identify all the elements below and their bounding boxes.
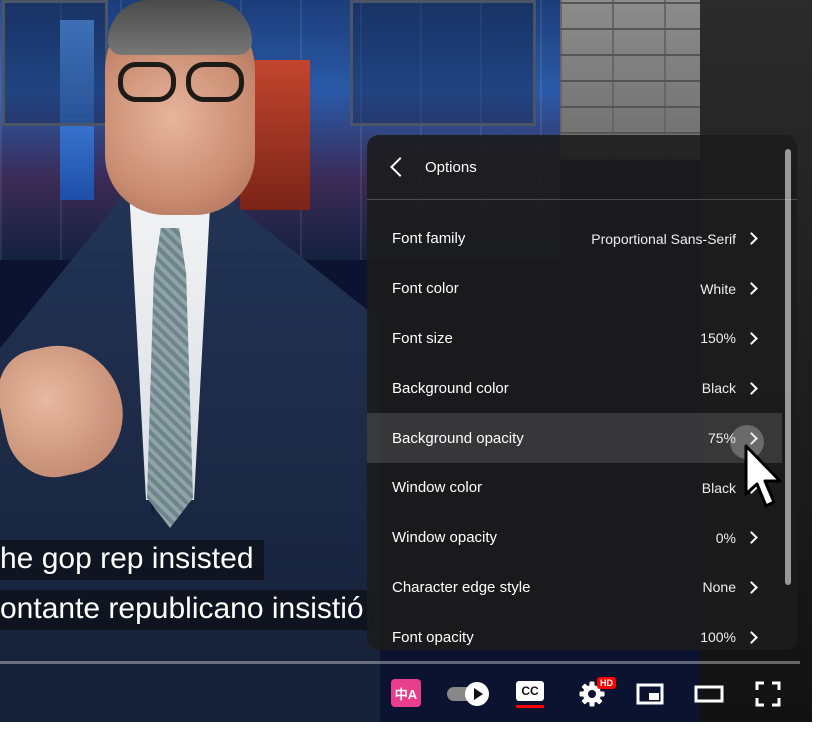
option-character-edge-style[interactable]: Character edge style None <box>367 563 782 613</box>
option-font-family[interactable]: Font family Proportional Sans-Serif <box>367 214 782 264</box>
caption-options-panel: Options Font family Proportional Sans-Se… <box>367 135 797 650</box>
miniplayer-icon[interactable] <box>634 679 666 709</box>
autoplay-toggle-icon[interactable] <box>444 679 490 709</box>
chevron-right-icon <box>745 381 758 395</box>
option-value: Black <box>701 380 736 397</box>
backdrop-window <box>2 0 108 126</box>
option-label: Font size <box>392 329 453 347</box>
option-background-opacity[interactable]: Background opacity 75% <box>367 413 782 463</box>
options-list: Font family Proportional Sans-Serif Font… <box>367 214 782 650</box>
translate-icon[interactable]: 中A <box>391 679 421 707</box>
option-font-opacity[interactable]: Font opacity 100% <box>367 612 782 650</box>
eyeglasses <box>112 62 248 106</box>
chevron-right-icon <box>745 581 758 594</box>
option-font-size[interactable]: Font size 150% <box>367 314 782 364</box>
panel-scrollbar[interactable] <box>785 149 791 585</box>
option-value: White <box>700 280 736 297</box>
mouse-cursor-icon <box>744 444 782 508</box>
backdrop-window <box>350 0 536 126</box>
video-player[interactable]: he gop rep insisted ontante republicano … <box>0 0 812 722</box>
option-window-opacity[interactable]: Window opacity 0% <box>367 513 782 563</box>
panel-title: Options <box>425 158 477 176</box>
hd-badge: HD <box>597 677 616 689</box>
host-hair <box>108 0 252 55</box>
chevron-right-icon <box>745 282 758 296</box>
option-label: Background color <box>392 379 509 397</box>
caption-line-1: he gop rep insisted <box>0 540 264 580</box>
option-value: Black <box>701 479 736 496</box>
chevron-right-icon <box>745 232 758 246</box>
option-window-color[interactable]: Window color Black <box>367 463 782 513</box>
option-label: Window color <box>392 479 483 497</box>
progress-bar[interactable] <box>0 661 800 664</box>
fullscreen-icon[interactable] <box>753 679 783 709</box>
option-label: Window opacity <box>392 529 498 547</box>
option-value: 150% <box>700 330 736 347</box>
option-label: Font opacity <box>392 628 474 646</box>
option-value: None <box>702 579 736 596</box>
option-value: Proportional Sans-Serif <box>591 230 736 247</box>
cc-active-indicator <box>516 704 544 708</box>
cc-label: CC <box>516 680 544 701</box>
option-background-color[interactable]: Background color Black <box>367 363 782 413</box>
chevron-right-icon <box>745 531 758 545</box>
chevron-right-icon <box>745 630 758 644</box>
option-label: Character edge style <box>392 578 531 596</box>
panel-header-back-button[interactable]: Options <box>367 135 797 200</box>
theater-mode-icon[interactable] <box>692 679 726 709</box>
chevron-right-icon <box>745 332 758 345</box>
option-font-color[interactable]: Font color White <box>367 264 782 314</box>
option-value: 0% <box>715 529 736 546</box>
option-label: Font family <box>392 230 466 248</box>
option-value: 100% <box>700 629 736 646</box>
cc-icon[interactable]: CC <box>514 679 546 709</box>
caption-line-2: ontante republicano insistió <box>0 590 374 630</box>
option-label: Font color <box>392 280 459 298</box>
back-icon <box>390 157 410 177</box>
option-label: Background opacity <box>392 429 524 447</box>
